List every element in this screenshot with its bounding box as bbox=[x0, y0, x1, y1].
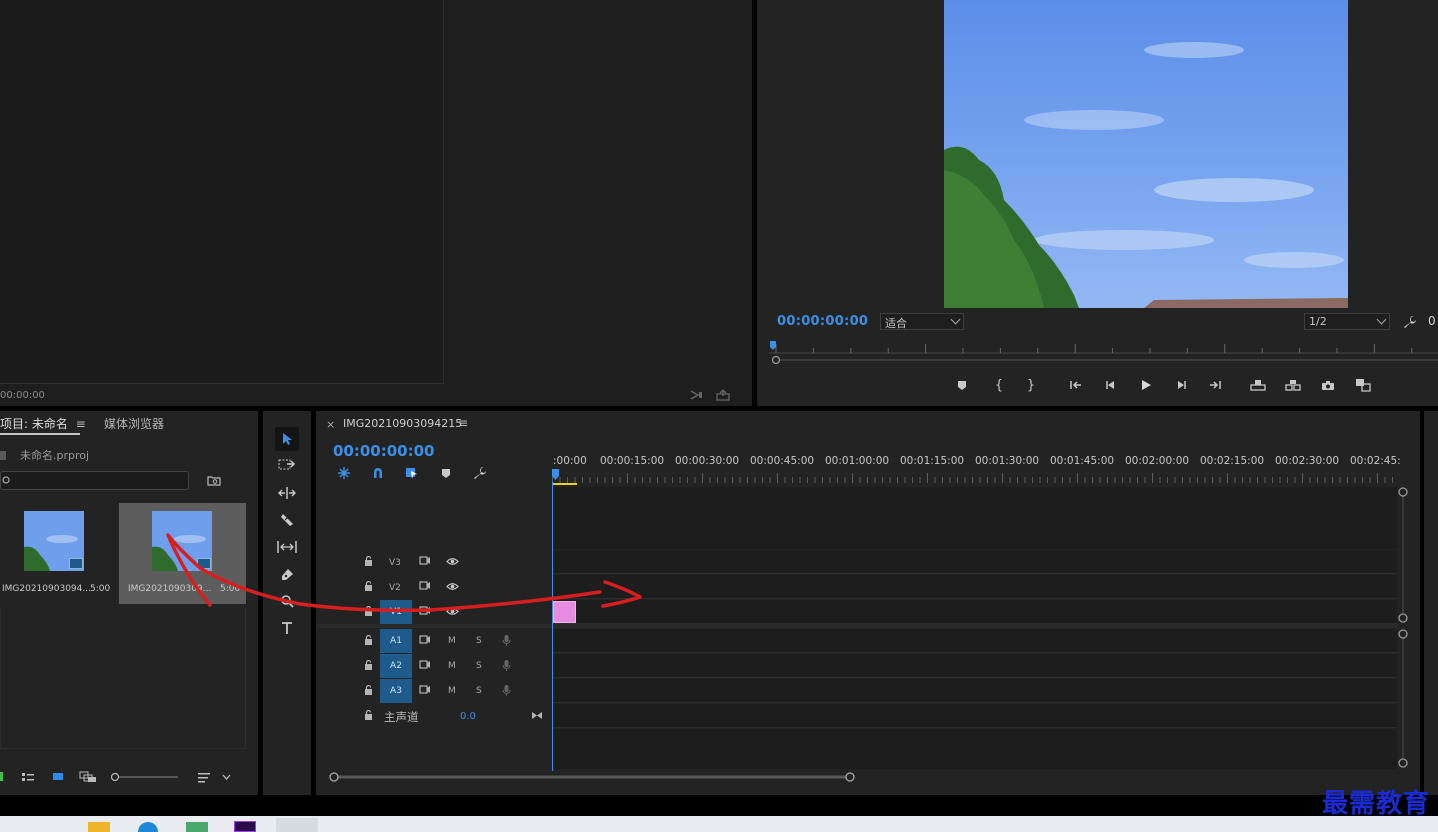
edge-browser-icon[interactable] bbox=[138, 822, 158, 832]
active-app-icon[interactable] bbox=[276, 818, 318, 832]
annotation-arrow bbox=[166, 533, 642, 613]
watermark-logo: 最需教育 bbox=[1321, 789, 1430, 819]
file-explorer-icon[interactable] bbox=[88, 822, 110, 832]
windows-taskbar bbox=[0, 816, 1438, 832]
store-icon[interactable] bbox=[186, 822, 208, 832]
premiere-pro-icon[interactable] bbox=[234, 821, 256, 832]
